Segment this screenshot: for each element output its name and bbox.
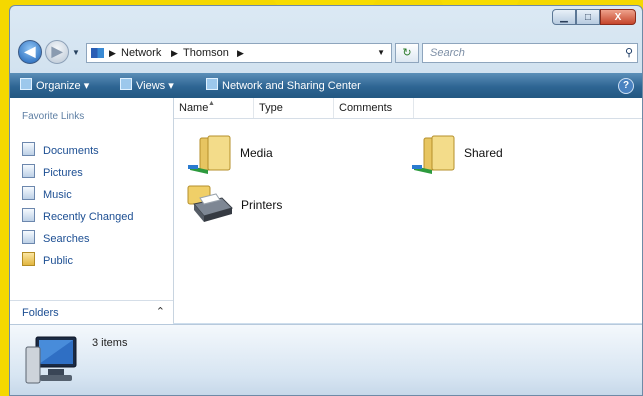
- views-icon: [120, 78, 132, 90]
- shared-folder-icon: [412, 135, 455, 174]
- recently-changed-icon: [22, 208, 35, 222]
- file-item-media[interactable]: Media: [188, 132, 318, 180]
- breadcrumb-separator-icon[interactable]: ▶: [237, 44, 244, 62]
- organize-label: Organize: [36, 80, 81, 92]
- column-header-label: Comments: [339, 102, 393, 114]
- shared-folder-icon: [188, 135, 231, 174]
- file-item-label: Media: [240, 146, 273, 160]
- favorite-links-header: Favorite Links: [22, 111, 85, 122]
- favorite-link-label: Searches: [43, 233, 90, 245]
- column-header-type[interactable]: Type: [254, 98, 334, 118]
- command-toolbar: Organize ▾ Views ▾ Network and Sharing C…: [10, 73, 642, 98]
- address-bar[interactable]: ▶ Network ▶ Thomson ▶ ▼: [86, 43, 392, 63]
- file-item-shared[interactable]: Shared: [412, 132, 542, 180]
- views-button[interactable]: Views ▾: [120, 78, 174, 92]
- item-count: 3 items: [92, 337, 128, 349]
- favorite-link-label: Music: [43, 189, 72, 201]
- column-header-row: Name ▲ Type Comments: [174, 98, 642, 119]
- navigation-pane: Favorite Links Documents Pictures Music …: [10, 98, 174, 324]
- back-button[interactable]: ◀: [18, 40, 42, 64]
- network-location-icon: [91, 48, 104, 58]
- chevron-up-icon[interactable]: ⌃: [156, 305, 165, 318]
- favorite-link-documents[interactable]: Documents: [22, 142, 99, 160]
- column-header-label: Name: [179, 102, 209, 114]
- explorer-window: ▁ □ X ◀ ▶ ▼ ▶ Network ▶ Thomson ▶ ▼ ↻ Se…: [9, 5, 643, 396]
- column-header-label: Type: [259, 102, 283, 114]
- breadcrumb-separator-icon[interactable]: ▶: [171, 44, 178, 62]
- close-button[interactable]: X: [600, 9, 636, 25]
- documents-icon: [22, 142, 35, 156]
- search-icon[interactable]: ⚲: [625, 46, 633, 59]
- organize-icon: [20, 78, 32, 90]
- views-label: Views: [136, 80, 166, 92]
- minimize-button[interactable]: ▁: [552, 9, 576, 25]
- searches-icon: [22, 230, 35, 244]
- details-pane: 3 items: [10, 324, 642, 395]
- address-dropdown-icon[interactable]: ▼: [377, 44, 385, 62]
- folders-toggle[interactable]: Folders ⌃: [10, 300, 173, 324]
- favorite-link-label: Public: [43, 255, 73, 267]
- folders-label: Folders: [22, 307, 59, 319]
- favorite-link-public[interactable]: Public: [22, 252, 73, 270]
- caption-buttons: ▁ □ X: [552, 9, 636, 25]
- pictures-icon: [22, 164, 35, 178]
- column-header-name[interactable]: Name ▲: [174, 98, 254, 118]
- favorite-link-label: Pictures: [43, 167, 83, 179]
- network-computer-icon: [25, 336, 77, 384]
- search-input[interactable]: Search ⚲: [422, 43, 638, 63]
- printer-folder-icon: [187, 185, 233, 222]
- title-bar[interactable]: ▁ □ X: [10, 6, 642, 36]
- network-sharing-center-button[interactable]: Network and Sharing Center: [206, 78, 361, 92]
- breadcrumb-separator-icon[interactable]: ▶: [109, 44, 116, 62]
- sort-indicator-icon: ▲: [208, 100, 215, 107]
- forward-button[interactable]: ▶: [45, 40, 69, 64]
- favorite-link-searches[interactable]: Searches: [22, 230, 89, 248]
- network-sharing-label: Network and Sharing Center: [222, 80, 361, 92]
- network-sharing-icon: [206, 78, 218, 90]
- music-icon: [22, 186, 35, 200]
- favorite-link-pictures[interactable]: Pictures: [22, 164, 83, 182]
- breadcrumb-thomson[interactable]: Thomson: [183, 44, 229, 62]
- file-list-pane[interactable]: Name ▲ Type Comments Media Shared Printe…: [174, 98, 642, 323]
- favorite-link-label: Recently Changed: [43, 211, 134, 223]
- navigation-bar: ◀ ▶ ▼ ▶ Network ▶ Thomson ▶ ▼ ↻ Search ⚲: [10, 36, 642, 70]
- column-header-comments[interactable]: Comments: [334, 98, 414, 118]
- help-button[interactable]: ?: [618, 78, 634, 94]
- search-placeholder: Search: [430, 47, 465, 59]
- public-folder-icon: [22, 252, 35, 266]
- file-item-printers[interactable]: Printers: [186, 184, 316, 232]
- favorite-link-music[interactable]: Music: [22, 186, 72, 204]
- refresh-button[interactable]: ↻: [395, 43, 419, 63]
- organize-button[interactable]: Organize ▾: [20, 78, 89, 92]
- recent-pages-dropdown[interactable]: ▼: [72, 48, 80, 57]
- favorite-link-label: Documents: [43, 145, 99, 157]
- favorite-link-recently-changed[interactable]: Recently Changed: [22, 208, 134, 226]
- maximize-button[interactable]: □: [576, 9, 600, 25]
- breadcrumb-network[interactable]: Network: [121, 44, 161, 62]
- file-item-label: Printers: [241, 198, 283, 212]
- file-item-label: Shared: [464, 146, 503, 160]
